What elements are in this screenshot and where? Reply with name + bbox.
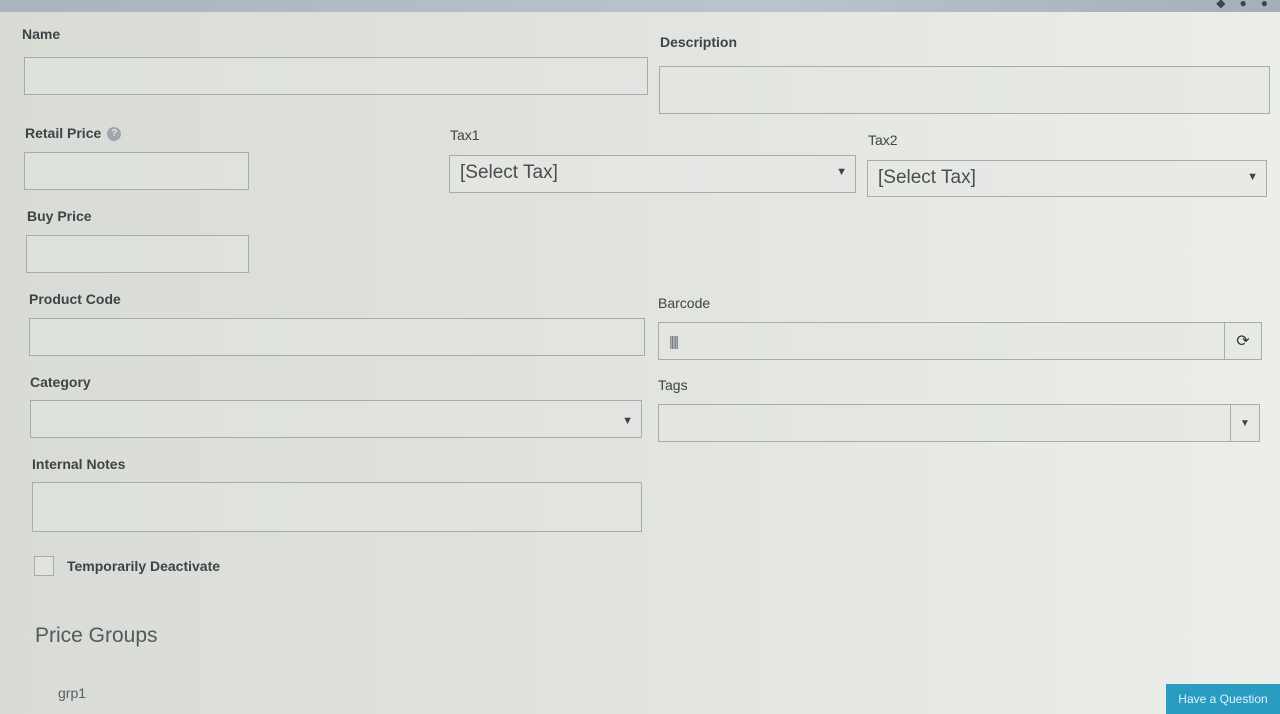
name-input[interactable]: [24, 57, 648, 95]
chevron-down-icon[interactable]: ▼: [1230, 405, 1259, 441]
refresh-icon[interactable]: ⟳: [1224, 323, 1261, 359]
barcode-field[interactable]: ||||| ⟳: [658, 322, 1262, 360]
product-code-input[interactable]: [29, 318, 645, 356]
have-a-question-button[interactable]: Have a Question: [1166, 684, 1280, 714]
name-label: Name: [22, 26, 61, 42]
description-input[interactable]: [659, 66, 1270, 114]
deactivate-checkbox[interactable]: [34, 556, 54, 576]
retail-price-input[interactable]: [24, 152, 249, 190]
tags-select[interactable]: ▼: [658, 404, 1260, 442]
buy-price-label: Buy Price: [27, 208, 92, 224]
tax2-select-value: [Select Tax]: [878, 167, 976, 188]
tax1-select-value: [Select Tax]: [460, 162, 558, 183]
retail-price-label-text: Retail Price: [25, 125, 102, 141]
category-label: Category: [30, 374, 91, 390]
tags-label: Tags: [658, 377, 688, 393]
bookmark-icon[interactable]: ◆: [1216, 0, 1225, 10]
tax2-select[interactable]: [Select Tax] ▼: [867, 160, 1267, 197]
internal-notes-textarea[interactable]: [32, 482, 642, 532]
extension-icon[interactable]: ●: [1261, 0, 1268, 10]
help-icon[interactable]: ?: [107, 127, 122, 142]
product-code-label: Product Code: [29, 291, 121, 307]
chevron-down-icon: ▼: [1247, 171, 1258, 183]
price-group-item: grp1: [58, 685, 87, 701]
barcode-label: Barcode: [658, 295, 711, 311]
barcode-icon: |||||: [669, 333, 679, 349]
category-select[interactable]: ▼: [30, 400, 642, 438]
internal-notes-label: Internal Notes: [32, 456, 126, 472]
price-groups-title: Price Groups: [35, 624, 158, 647]
tax1-label: Tax1: [450, 127, 480, 143]
description-label: Description: [660, 34, 738, 50]
deactivate-label: Temporarily Deactivate: [67, 558, 221, 574]
chevron-down-icon: ▼: [836, 166, 847, 178]
buy-price-input[interactable]: [26, 235, 249, 273]
top-bar-icons: ◆ ● ●: [1216, 0, 1268, 10]
tax1-select[interactable]: [Select Tax] ▼: [449, 155, 856, 193]
profile-icon[interactable]: ●: [1240, 0, 1247, 10]
retail-price-label: Retail Price?: [25, 125, 122, 142]
chevron-down-icon: ▼: [622, 415, 633, 427]
browser-top-bar: ◆ ● ●: [0, 0, 1280, 12]
tax2-label: Tax2: [868, 132, 898, 148]
